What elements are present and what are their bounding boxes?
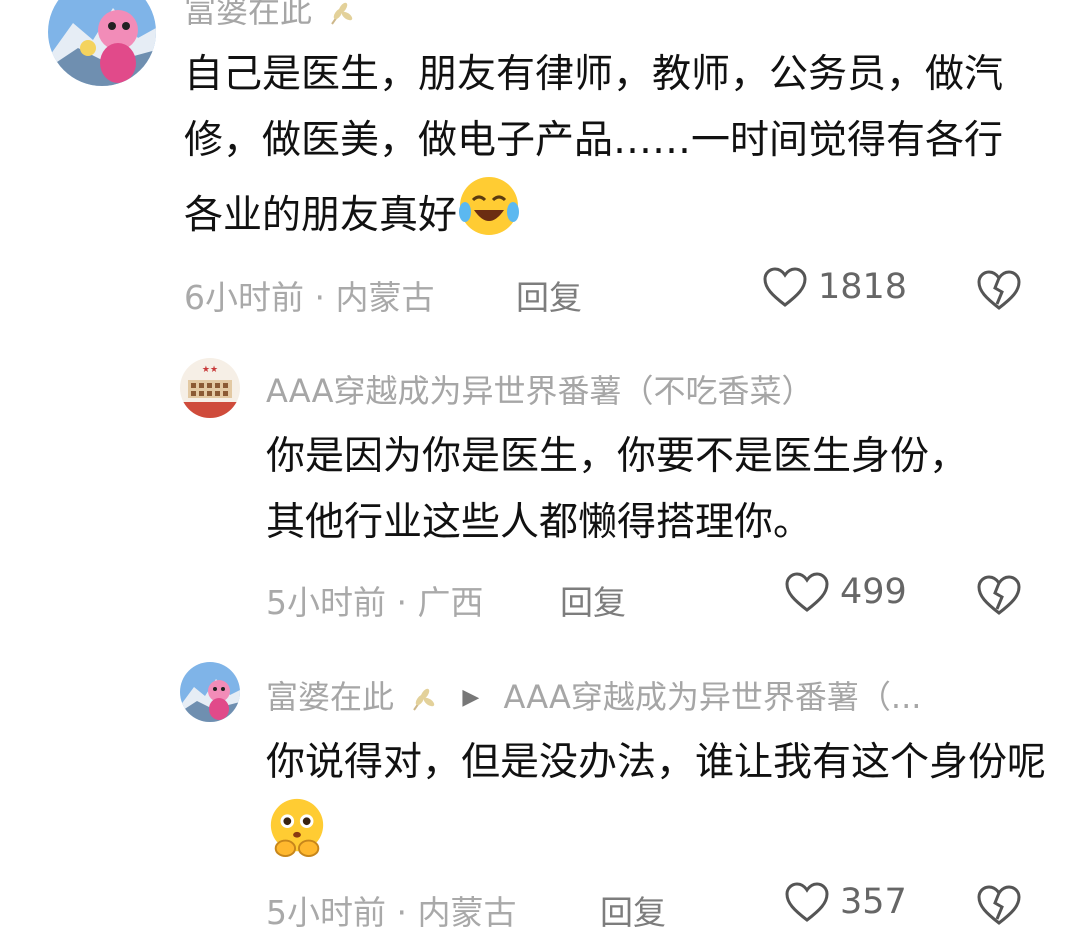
reply-arrow-icon: ▶ [462, 685, 480, 710]
reply-button[interactable]: 回复 [600, 886, 666, 934]
broken-heart-icon[interactable] [976, 268, 1022, 312]
comment-author-line: 富婆在此 ▶ AAA穿越成为异世界番薯（... [266, 672, 921, 718]
heart-icon [785, 882, 829, 922]
broken-heart-icon[interactable] [976, 883, 1022, 927]
comment-time-location: 6小时前 · 内蒙古 [184, 278, 435, 317]
comment-text: 自己是医生，朋友有律师，教师，公务员，做汽修，做医美，做电子产品……一时间觉得有… [184, 52, 1004, 238]
heart-icon [785, 572, 829, 612]
like-button[interactable]: 357 [784, 881, 907, 923]
heart-icon [763, 267, 807, 307]
comment-time-location: 5小时前 · 广西 [266, 583, 484, 622]
comment-author[interactable]: AAA穿越成为异世界番薯（不吃香菜） [266, 366, 813, 412]
like-count: 1818 [818, 267, 908, 307]
like-button[interactable]: 499 [784, 571, 907, 613]
avatar[interactable]: ★★ [180, 358, 240, 418]
svg-text:★★: ★★ [202, 365, 218, 375]
comment-text: 你说得对，但是没办法，谁让我有这个身份呢 [266, 730, 1046, 869]
avatar[interactable] [48, 0, 156, 86]
comment-author[interactable]: 富婆在此 [184, 0, 356, 32]
broken-heart-icon[interactable] [976, 573, 1022, 617]
pleading-face-emoji [270, 798, 324, 858]
wheat-icon [413, 688, 435, 711]
like-count: 499 [840, 572, 907, 612]
reply-to-author[interactable]: AAA穿越成为异世界番薯（... [503, 678, 921, 716]
crying-laughing-emoji [459, 177, 520, 235]
reply-button[interactable]: 回复 [516, 271, 582, 319]
like-count: 357 [840, 882, 907, 922]
like-button[interactable]: 1818 [762, 266, 907, 308]
comment-text: 你是因为你是医生，你要不是医生身份，其他行业这些人都懒得搭理你。 [266, 434, 969, 545]
comment-author[interactable]: 富婆在此 [266, 678, 394, 716]
reply-button[interactable]: 回复 [560, 576, 626, 624]
avatar[interactable] [180, 662, 240, 722]
comment-time-location: 5小时前 · 内蒙古 [266, 893, 517, 932]
wheat-icon [331, 2, 353, 25]
